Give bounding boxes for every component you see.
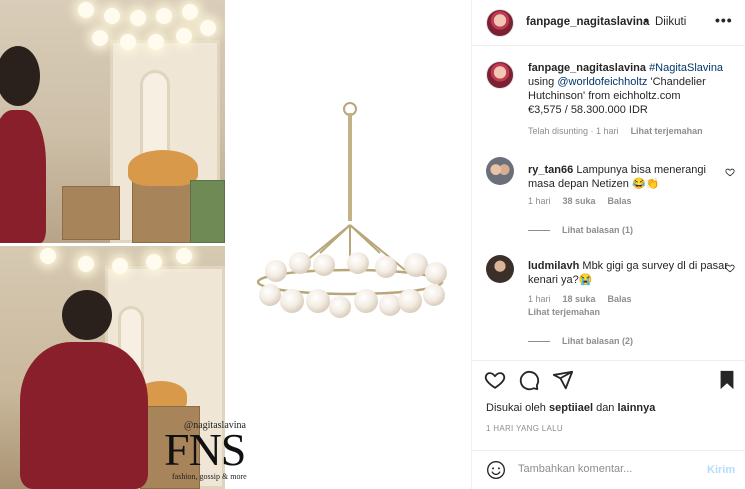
avatar[interactable] <box>486 9 514 37</box>
caption-mention[interactable]: @worldofeichholtz <box>557 76 647 88</box>
reply-button[interactable]: Balas <box>608 294 632 304</box>
reply-button[interactable]: Balas <box>608 196 632 206</box>
bulb <box>78 256 94 272</box>
comment-avatar[interactable] <box>486 157 514 185</box>
stem <box>348 113 352 221</box>
person-body <box>20 342 148 489</box>
bulb <box>146 254 162 270</box>
post-photo-top <box>0 0 225 243</box>
see-translation-link[interactable]: Lihat terjemahan <box>631 126 703 136</box>
comment-like-icon[interactable] <box>725 167 735 177</box>
post-timestamp[interactable]: 1 HARI YANG LALU <box>486 424 563 433</box>
comment-icon[interactable] <box>518 369 540 391</box>
bookmark-icon[interactable] <box>716 369 738 391</box>
comment-meta: 1 hari 38 suka Balas <box>528 196 644 206</box>
bulb <box>182 4 198 20</box>
bulb <box>156 8 172 24</box>
watermark-handle: @nagitaslavina <box>184 420 246 431</box>
bulb <box>40 248 56 264</box>
caption-text: fanpage_nagitaslavina #NagitaSlavina usi… <box>528 61 733 117</box>
view-replies-button[interactable]: Lihat balasan (1) <box>528 225 633 235</box>
likes-mid: dan <box>593 402 618 414</box>
bulb <box>92 30 108 46</box>
bulb <box>78 2 94 18</box>
comment-likes[interactable]: 18 suka <box>563 294 596 304</box>
comment-like-icon[interactable] <box>725 263 735 273</box>
following-button[interactable]: Diikuti <box>655 16 686 28</box>
watermark-tagline: fashion, gossip & more <box>172 472 247 481</box>
bulb <box>120 34 136 50</box>
bulb <box>112 258 128 274</box>
send-button[interactable]: Kirim <box>707 464 735 476</box>
comments-list[interactable]: fanpage_nagitaslavina #NagitaSlavina usi… <box>472 47 745 357</box>
more-options-icon[interactable]: ••• <box>715 12 733 28</box>
comment-time: 1 hari <box>528 196 551 206</box>
chandelier-image <box>256 102 447 318</box>
cardboard-box <box>62 186 120 240</box>
bulb <box>176 28 192 44</box>
divider <box>528 341 550 343</box>
add-comment-input[interactable] <box>518 463 698 475</box>
comment-username[interactable]: ludmilavh <box>528 260 579 272</box>
heart-icon[interactable] <box>484 369 506 391</box>
view-replies-label[interactable]: Lihat balasan (2) <box>562 336 633 346</box>
likes-prefix: Disukai oleh <box>486 402 549 414</box>
comment-text: ry_tan66 Lampunya bisa menerangi masa de… <box>528 163 733 191</box>
caption-avatar[interactable] <box>486 61 514 89</box>
comment-meta: 1 hari 18 suka Balas <box>528 294 644 304</box>
post-side-panel: fanpage_nagitaslavina • Diikuti ••• fanp… <box>471 0 745 489</box>
watermark-logo-text: FNS <box>164 424 246 475</box>
view-replies-button[interactable]: Lihat balasan (2) <box>528 336 633 346</box>
bulb <box>148 34 164 50</box>
globe-bulbs <box>259 252 447 318</box>
caption-hashtag[interactable]: #NagitaSlavina <box>649 62 723 74</box>
see-translation-link[interactable]: Lihat terjemahan <box>528 307 600 317</box>
person-head <box>62 290 112 340</box>
liked-by-user[interactable]: septiiael <box>549 402 593 414</box>
add-comment-bar: Kirim <box>472 450 745 489</box>
plush-toy <box>128 150 198 186</box>
post-media[interactable]: FNS @nagitaslavina fashion, gossip & mor… <box>0 0 471 489</box>
edited-time: Telah disunting · 1 hari <box>528 126 619 136</box>
view-replies-label[interactable]: Lihat balasan (1) <box>562 225 633 235</box>
comment-translate: Lihat terjemahan <box>528 307 612 317</box>
bulb <box>130 10 146 26</box>
comment-likes[interactable]: 38 suka <box>563 196 596 206</box>
caption-price: €3,575 / 58.300.000 IDR <box>528 104 648 116</box>
comment-time: 1 hari <box>528 294 551 304</box>
share-icon[interactable] <box>552 369 574 391</box>
person-body <box>0 110 46 243</box>
green-bag <box>190 180 225 243</box>
header-username[interactable]: fanpage_nagitaslavina <box>526 16 649 28</box>
liked-by-others[interactable]: lainnya <box>617 402 655 414</box>
caption-text-part: using <box>528 76 558 88</box>
comment-avatar[interactable] <box>486 255 514 283</box>
divider <box>528 230 550 232</box>
caption-username[interactable]: fanpage_nagitaslavina <box>528 62 646 74</box>
watermark-logo: FNS @nagitaslavina fashion, gossip & mor… <box>164 420 304 486</box>
comment-username[interactable]: ry_tan66 <box>528 164 573 176</box>
person-head <box>0 46 40 106</box>
bulb <box>176 248 192 264</box>
separator-dot: • <box>644 14 649 28</box>
arched-mirror <box>140 70 170 160</box>
smile-icon[interactable] <box>486 460 506 480</box>
bulb <box>200 20 216 36</box>
caption-meta: Telah disunting · 1 hari Lihat terjemahan <box>528 126 715 136</box>
comment-text: ludmilavh Mbk gigi ga survey dl di pasar… <box>528 259 733 287</box>
post-header: fanpage_nagitaslavina • Diikuti ••• <box>472 0 745 46</box>
likes-summary: Disukai oleh septiiael dan lainnya <box>486 402 655 414</box>
bulb <box>104 8 120 24</box>
action-bar <box>472 360 745 394</box>
